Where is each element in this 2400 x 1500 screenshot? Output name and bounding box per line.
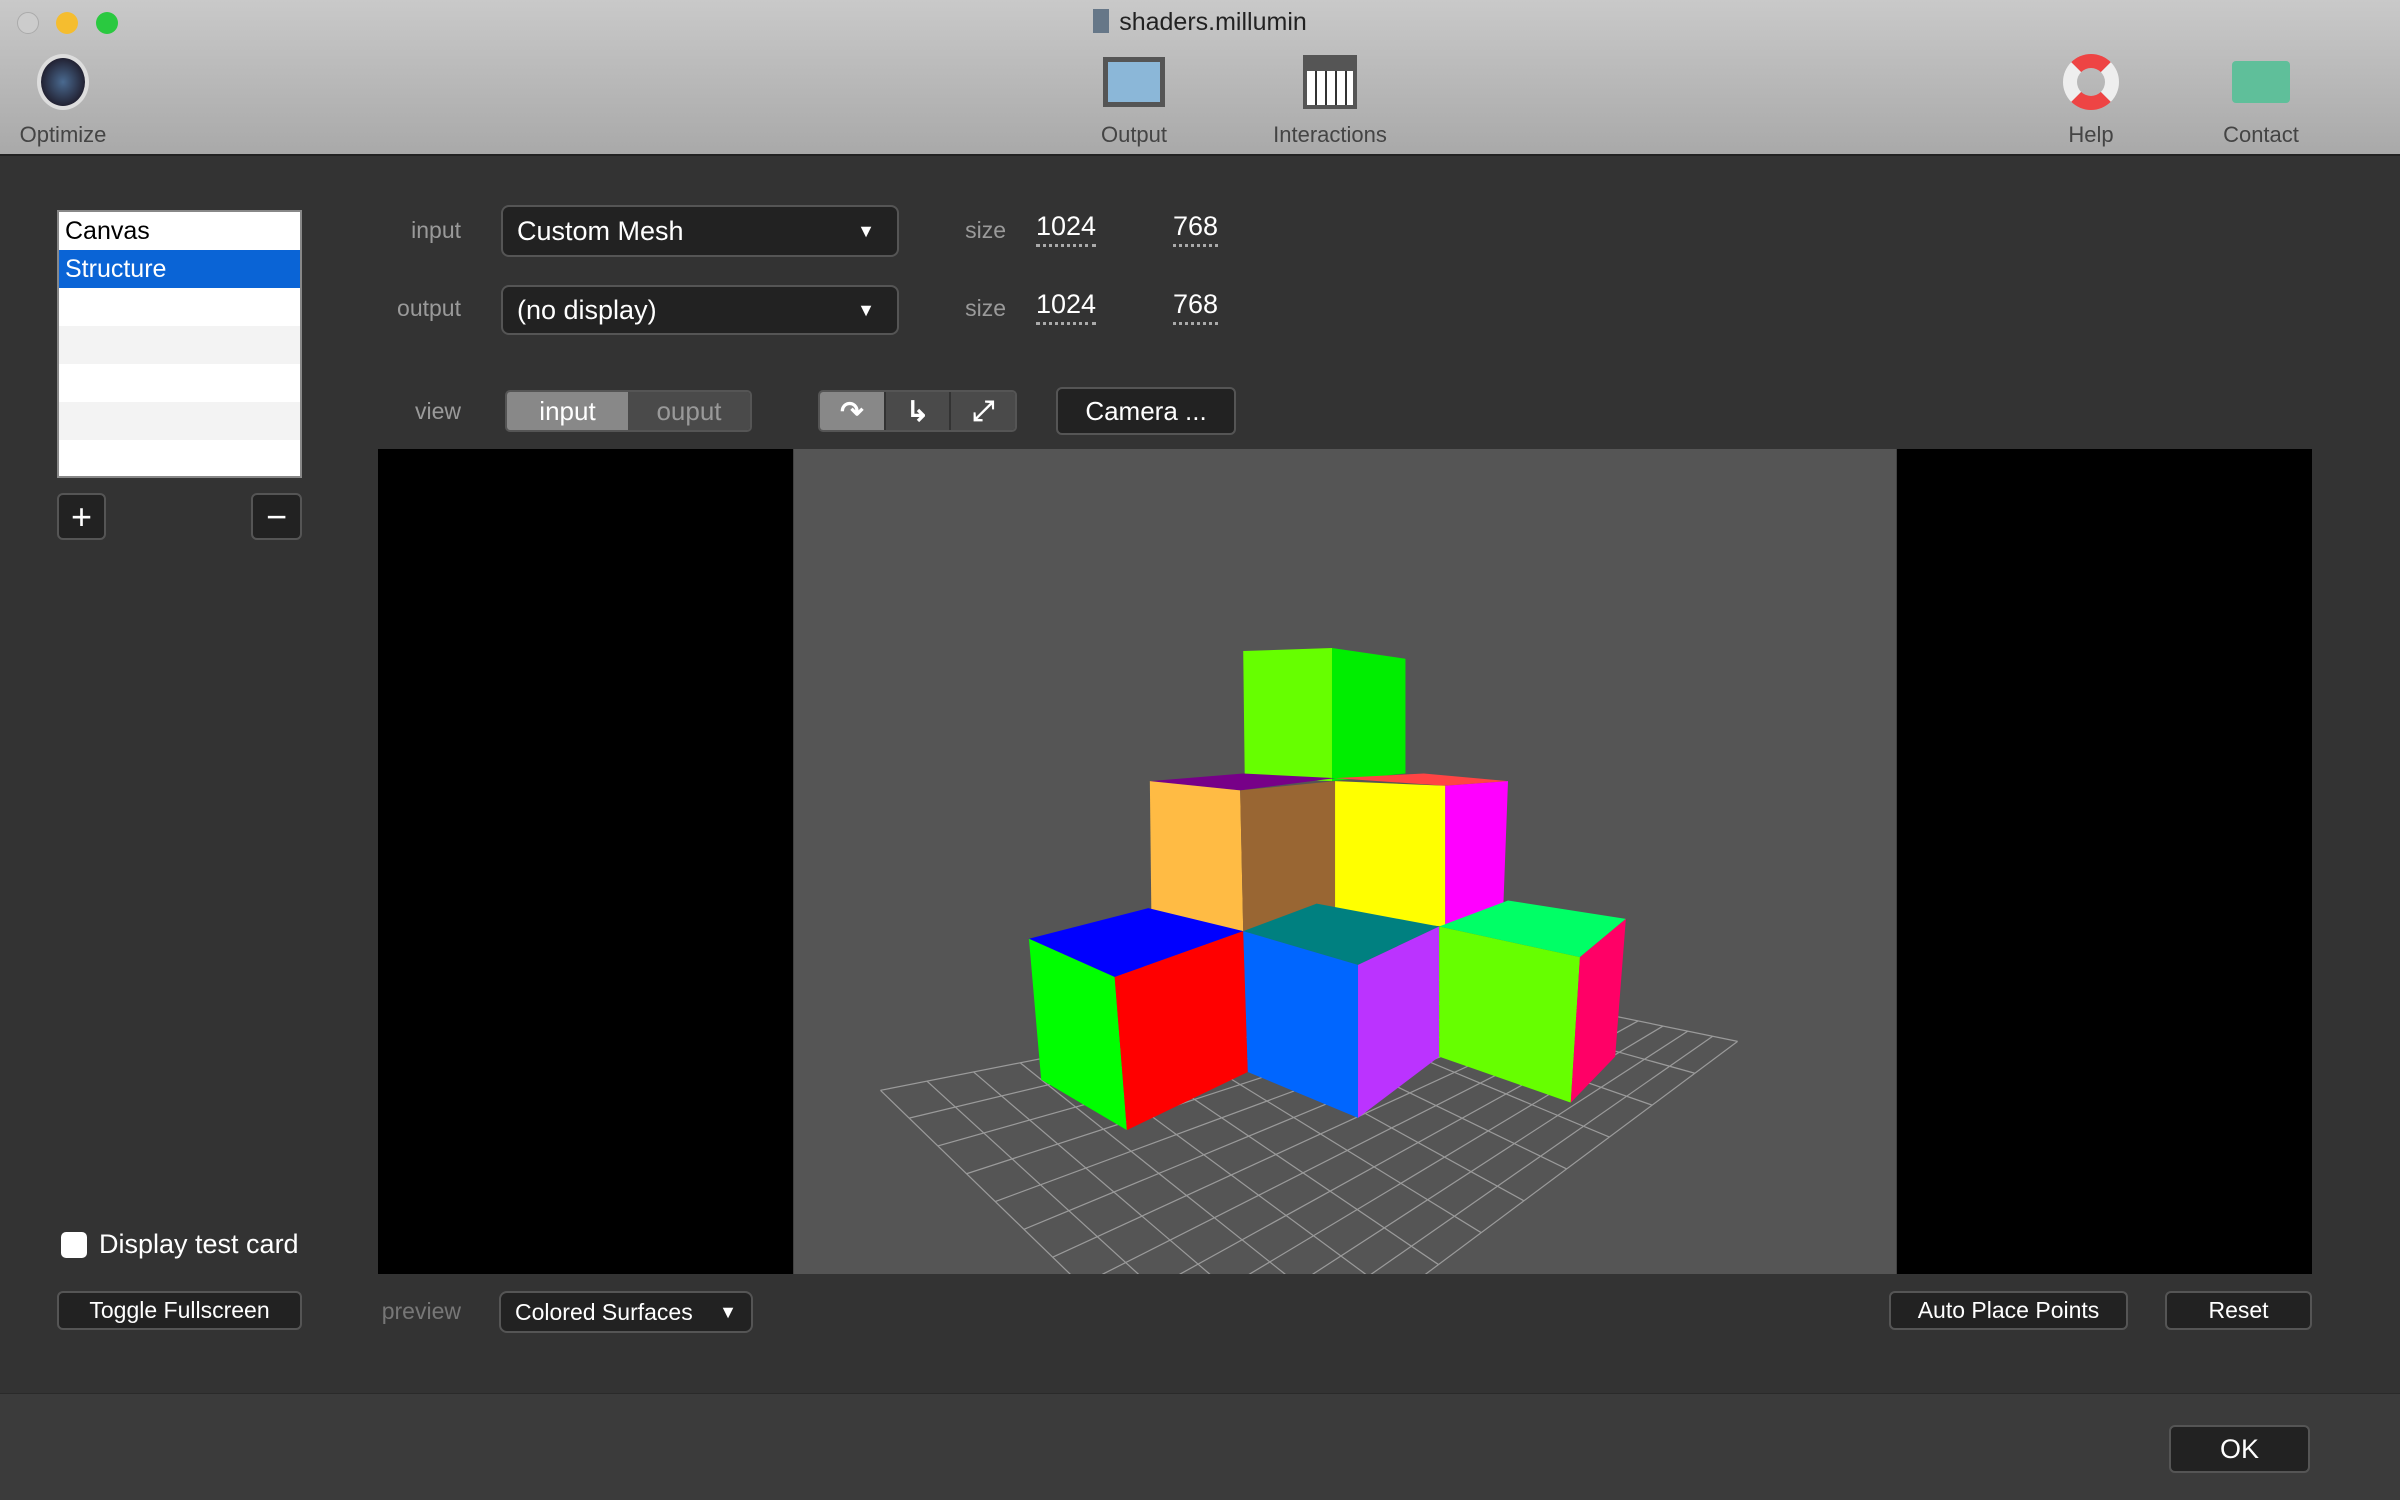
toolbar-help[interactable]: Help <box>2021 50 2161 148</box>
preview-value: Colored Surfaces <box>515 1298 693 1325</box>
output-width-field[interactable]: 1024 <box>1036 289 1097 325</box>
auto-place-points-button[interactable]: Auto Place Points <box>1889 1291 2128 1330</box>
add-layer-button[interactable]: + <box>57 493 106 540</box>
input-width-field[interactable]: 1024 <box>1036 211 1097 247</box>
list-item[interactable]: Structure <box>59 250 300 288</box>
ok-button[interactable]: OK <box>2169 1425 2310 1473</box>
document-icon <box>1093 9 1110 33</box>
zoom-icon[interactable]: ⤢ <box>949 392 1015 430</box>
cube-face <box>1335 781 1446 927</box>
footer <box>0 1393 2400 1500</box>
toolbar-contact[interactable]: Contact <box>2191 50 2331 148</box>
layer-list[interactable]: Canvas Structure <box>57 210 302 478</box>
toolbar-output-label: Output <box>1100 122 1168 147</box>
chevron-down-icon: ▼ <box>719 1301 737 1322</box>
view-label: view <box>414 398 461 424</box>
toggle-fullscreen-button[interactable]: Toggle Fullscreen <box>57 1291 302 1330</box>
input-value: Custom Mesh <box>517 215 684 246</box>
input-height-field[interactable]: 768 <box>1173 211 1219 247</box>
input-label: input <box>411 217 461 243</box>
size-label: size <box>965 295 1006 321</box>
chevron-down-icon: ▼ <box>857 220 875 241</box>
monitor-icon <box>1064 50 1204 114</box>
remove-layer-button[interactable]: − <box>251 493 302 540</box>
display-test-card-checkbox[interactable]: Display test card <box>61 1229 299 1260</box>
view-segmented-control: input ouput <box>505 390 752 432</box>
keyboard-icon <box>1260 50 1400 114</box>
toolbar-contact-label: Contact <box>2223 122 2299 147</box>
rotate-icon[interactable]: ↷ <box>820 392 884 430</box>
window-title: shaders.millumin <box>0 8 2400 37</box>
toolbar-optimize-label: Optimize <box>19 122 107 147</box>
display-test-card-label: Display test card <box>99 1229 299 1259</box>
cube-face <box>1331 647 1406 782</box>
toolbar-help-label: Help <box>2068 122 2114 147</box>
camera-tools: ↷ ↳ ⤢ <box>818 390 1017 432</box>
preview-label: preview <box>381 1298 461 1324</box>
output-height-field[interactable]: 768 <box>1173 289 1219 325</box>
pan-icon[interactable]: ↳ <box>883 392 950 430</box>
preview-dropdown[interactable]: Colored Surfaces ▼ <box>499 1291 753 1333</box>
output-label: output <box>397 295 461 321</box>
output-value: (no display) <box>517 294 657 325</box>
input-dropdown[interactable]: Custom Mesh ▼ <box>501 205 899 257</box>
toolbar-output[interactable]: Output <box>1064 50 1204 148</box>
gauge-icon <box>0 50 133 114</box>
title-toolbar: shaders.millumin Optimize Output Interac… <box>0 0 2400 156</box>
camera-button[interactable]: Camera ... <box>1056 387 1236 435</box>
view-output-tab[interactable]: ouput <box>628 392 750 430</box>
checkbox-icon[interactable] <box>61 1231 87 1258</box>
window-title-text: shaders.millumin <box>1119 8 1307 36</box>
list-item[interactable]: Canvas <box>59 212 300 250</box>
toolbar-optimize[interactable]: Optimize <box>0 50 133 148</box>
cube-face <box>1149 781 1244 932</box>
toolbar-interactions[interactable]: Interactions <box>1260 50 1400 148</box>
cube-face <box>1243 647 1332 782</box>
lifebuoy-icon <box>2021 50 2161 114</box>
reset-button[interactable]: Reset <box>2165 1291 2312 1330</box>
viewport[interactable] <box>378 449 2312 1274</box>
output-dropdown[interactable]: (no display) ▼ <box>501 285 899 335</box>
size-label: size <box>965 217 1006 243</box>
mesh-preview[interactable] <box>793 449 1897 1274</box>
chevron-down-icon: ▼ <box>857 299 875 320</box>
toolbar-interactions-label: Interactions <box>1273 122 1387 147</box>
speech-bubble-icon <box>2191 50 2331 114</box>
view-input-tab[interactable]: input <box>507 392 628 430</box>
